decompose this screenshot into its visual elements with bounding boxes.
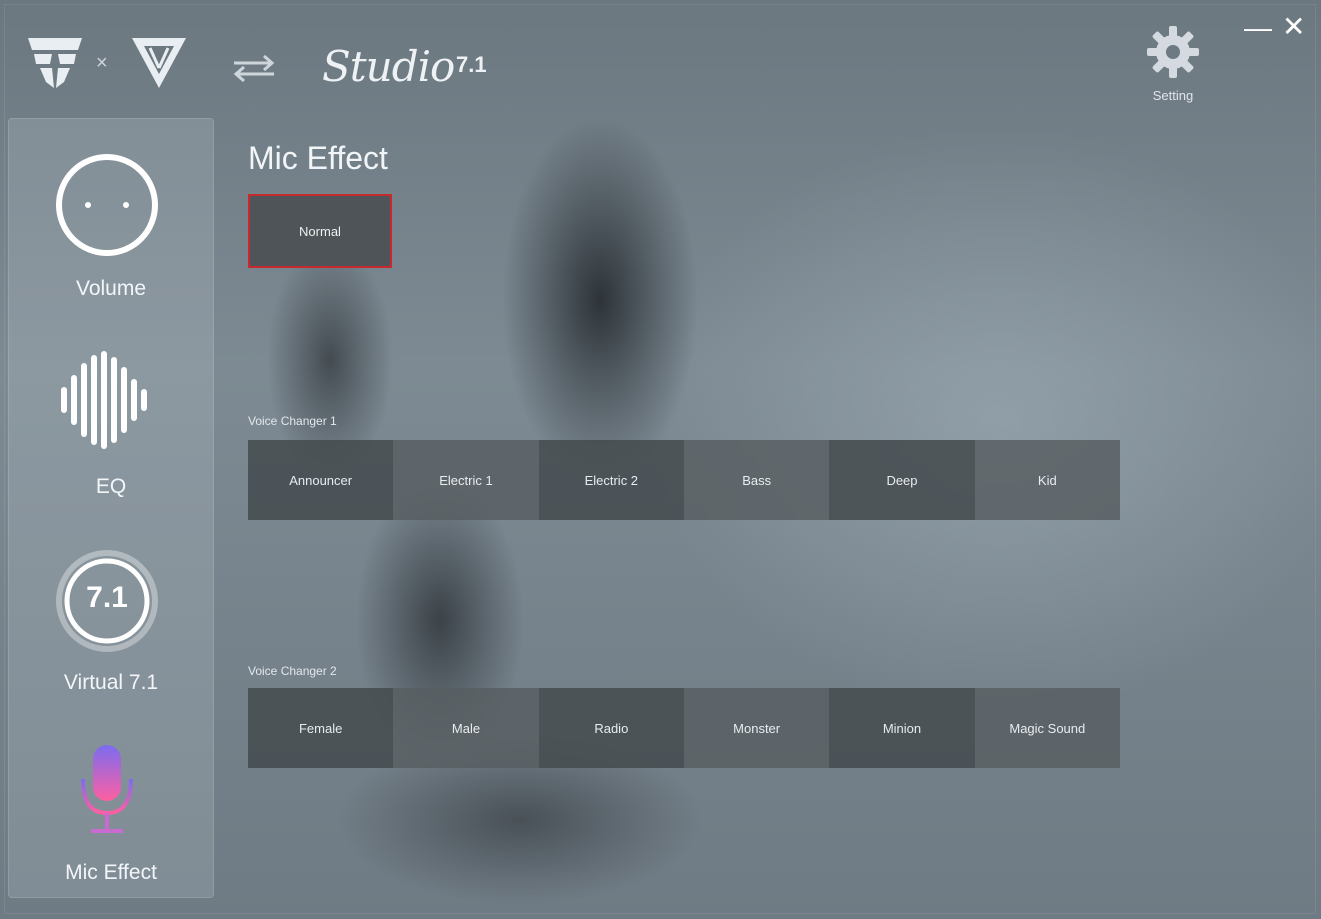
sidebar-item-label: Virtual 7.1 bbox=[63, 671, 159, 694]
sidebar-item-label: Mic Effect bbox=[65, 861, 157, 884]
swap-arrows-icon[interactable] bbox=[230, 52, 278, 84]
page-title: Mic Effect bbox=[248, 140, 388, 176]
sidebar-item-volume[interactable]: Volume bbox=[9, 147, 213, 307]
effect-button-monster[interactable]: Monster bbox=[683, 688, 830, 768]
microphone-icon bbox=[81, 745, 133, 833]
sidebar: Volume EQ 7.1 Virtual 7.1 Mic Effect bbox=[8, 118, 214, 898]
effect-button-female[interactable]: Female bbox=[248, 688, 394, 768]
effect-button-announcer[interactable]: Announcer bbox=[248, 440, 394, 520]
effect-button-magic-sound[interactable]: Magic Sound bbox=[974, 688, 1120, 768]
close-button[interactable]: ✕ bbox=[1282, 12, 1305, 42]
triangle-logo-icon bbox=[132, 38, 186, 88]
app-logo-version: 7.1 bbox=[456, 52, 487, 77]
effect-button-electric-2[interactable]: Electric 2 bbox=[538, 440, 684, 520]
brand-logo-icon bbox=[28, 38, 82, 88]
effect-button-minion[interactable]: Minion bbox=[829, 688, 975, 768]
effect-button-bass[interactable]: Bass bbox=[683, 440, 830, 520]
voice-changer-2-row: Female Male Radio Monster Minion Magic S… bbox=[248, 688, 1120, 768]
sidebar-item-virtual-7-1[interactable]: 7.1 Virtual 7.1 bbox=[9, 547, 213, 707]
gear-icon[interactable] bbox=[1145, 24, 1201, 80]
normal-button[interactable]: Normal bbox=[248, 194, 392, 268]
sidebar-item-mic-effect[interactable]: Mic Effect bbox=[9, 739, 213, 889]
effect-button-electric-1[interactable]: Electric 1 bbox=[393, 440, 539, 520]
setting-label[interactable]: Setting bbox=[1148, 88, 1198, 103]
sidebar-item-label: EQ bbox=[95, 475, 127, 498]
effect-button-deep[interactable]: Deep bbox=[829, 440, 975, 520]
app-logo-text: Studio bbox=[322, 42, 455, 91]
voice-changer-1-row: Announcer Electric 1 Electric 2 Bass Dee… bbox=[248, 440, 1120, 520]
sidebar-item-eq[interactable]: EQ bbox=[9, 347, 213, 507]
voice-changer-2-label: Voice Changer 2 bbox=[248, 664, 337, 678]
effect-button-male[interactable]: Male bbox=[393, 688, 539, 768]
virtual-badge: 7.1 bbox=[86, 581, 128, 614]
sidebar-item-label: Volume bbox=[75, 277, 147, 300]
volume-knob-icon bbox=[56, 154, 158, 256]
minimize-button[interactable]: — bbox=[1244, 14, 1272, 42]
voice-changer-1-label: Voice Changer 1 bbox=[248, 414, 337, 428]
effect-button-kid[interactable]: Kid bbox=[974, 440, 1120, 520]
title-bar: × Studio 7.1 Setting — ✕ bbox=[0, 0, 1321, 110]
equalizer-icon bbox=[61, 351, 147, 449]
effect-button-radio[interactable]: Radio bbox=[538, 688, 684, 768]
cross-separator: × bbox=[96, 52, 108, 74]
